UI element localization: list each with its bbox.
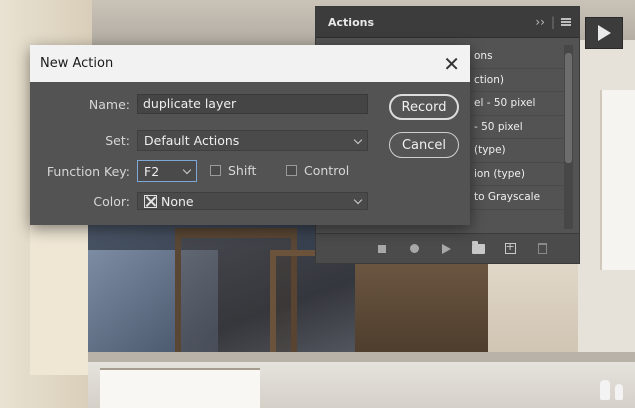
new-action-icon[interactable] [503, 240, 517, 256]
chevron-down-icon [353, 135, 363, 144]
color-select[interactable]: None [137, 192, 368, 210]
scrollbar-thumb[interactable] [565, 53, 572, 163]
dialog-title-bar: New Action ✕ [30, 45, 470, 82]
actions-toolbar [316, 233, 579, 263]
name-input[interactable] [137, 94, 368, 114]
separator: | [550, 15, 555, 29]
chevron-down-icon [353, 195, 363, 205]
close-icon[interactable]: ✕ [443, 54, 460, 74]
function-key-select[interactable]: F2 [137, 160, 197, 182]
photo-kitchen-island [355, 262, 490, 354]
function-key-label: Function Key: [46, 164, 130, 179]
color-label: Color: [93, 194, 130, 209]
shift-checkbox[interactable] [210, 165, 221, 176]
record-button[interactable]: Record [389, 94, 459, 120]
actions-scrollbar[interactable] [564, 45, 573, 229]
photo-vase-2 [615, 384, 623, 400]
control-option[interactable]: Control [286, 163, 349, 178]
set-label: Set: [105, 133, 130, 148]
play-icon [597, 25, 611, 41]
control-label: Control [304, 163, 350, 178]
panel-menu-icon[interactable] [561, 18, 571, 26]
no-color-swatch-icon [144, 194, 157, 208]
cancel-button[interactable]: Cancel [389, 132, 459, 158]
shift-label: Shift [228, 163, 257, 178]
photo-bottom-beam [88, 352, 635, 362]
function-key-value: F2 [144, 163, 160, 179]
color-select-value: None [161, 193, 194, 209]
photo-right-door [600, 90, 635, 270]
actions-panel-header: Actions ›› | [316, 7, 579, 38]
photo-left-door [30, 225, 92, 375]
stop-icon[interactable] [375, 242, 389, 256]
photo-chair-2 [270, 250, 362, 356]
play-icon[interactable] [439, 242, 453, 256]
set-select[interactable]: Default Actions [137, 130, 368, 151]
control-checkbox[interactable] [286, 165, 297, 176]
new-set-folder-icon[interactable] [471, 240, 485, 256]
dialog-title: New Action [40, 56, 114, 71]
collapse-panel-icon[interactable]: ›› [535, 15, 545, 29]
photo-bottom-cabinet [100, 368, 260, 408]
chevron-down-icon [182, 165, 192, 175]
set-select-value: Default Actions [144, 133, 240, 148]
panel-controls: ›› | [535, 15, 571, 29]
new-action-dialog: New Action ✕ Name: Set: Default Actions … [30, 45, 470, 225]
play-panel-button[interactable] [585, 17, 623, 49]
shift-option[interactable]: Shift [210, 163, 256, 178]
photo-vase [600, 380, 610, 400]
record-icon[interactable] [407, 242, 421, 256]
delete-icon[interactable] [535, 242, 549, 256]
actions-tab[interactable]: Actions [324, 16, 378, 29]
name-label: Name: [88, 97, 130, 112]
